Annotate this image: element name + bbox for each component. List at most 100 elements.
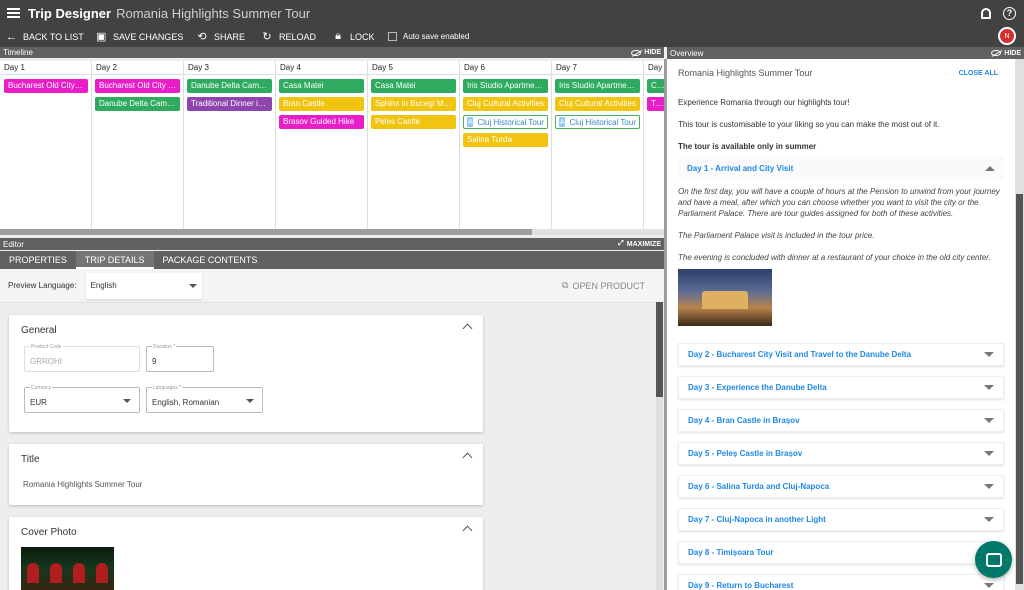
title-card-heading: Title <box>21 454 40 465</box>
timeline-event[interactable]: Bran Castle <box>279 97 364 111</box>
day-title: Day 7 - Cluj-Napoca in another Light <box>688 515 826 524</box>
timeline-event-outlined[interactable]: A Cluj Historical Tour <box>555 115 640 129</box>
save-icon: ▣ <box>96 31 107 43</box>
day-accordion[interactable]: Day 2 - Bucharest City Visit and Travel … <box>678 343 1004 366</box>
day-title: Day 4 - Bran Castle in Brașov <box>688 416 800 425</box>
avatar[interactable]: N <box>998 27 1016 45</box>
overview-header-title: Overview <box>670 48 704 58</box>
lock-button[interactable]: 🔒︎ LOCK <box>333 30 375 43</box>
chevron-down-icon <box>984 385 994 390</box>
day-accordion[interactable]: Day 8 - Timișoara Tour <box>678 541 1004 564</box>
timeline-event[interactable]: Iris Studio Apartments <box>463 79 548 93</box>
preview-language-value: English <box>90 281 117 290</box>
day-accordion[interactable]: Day 4 - Bran Castle in Brașov <box>678 409 1004 432</box>
save-changes-button[interactable]: ▣ SAVE CHANGES <box>96 30 183 43</box>
reload-icon: ↻ <box>262 31 272 43</box>
day-title: Day 1 - Arrival and City Visit <box>687 164 794 173</box>
duration-field[interactable]: Duration * 9 <box>146 344 214 372</box>
day-label: Day 3 <box>184 61 275 75</box>
toolbar: ← BACK TO LIST ▣ SAVE CHANGES ⟲ SHARE ↻ … <box>0 26 1024 47</box>
day-accordion[interactable]: Day 5 - Peleș Castle in Brașov <box>678 442 1004 465</box>
timeline-event-outlined[interactable]: A Cluj Historical Tour <box>463 115 548 129</box>
timeline-event[interactable]: Iris Studio Apartments <box>555 79 640 93</box>
timeline-event[interactable]: Timi <box>647 97 665 111</box>
cover-figure <box>96 563 109 583</box>
cover-figure <box>49 563 62 583</box>
day-label: Day 4 <box>276 61 367 75</box>
preview-language-select[interactable]: English <box>85 272 202 299</box>
open-product-button[interactable]: ⧉ OPEN PRODUCT <box>562 280 645 291</box>
tab-trip-details[interactable]: TRIP DETAILS <box>75 251 154 269</box>
editor-scrollbar[interactable] <box>656 302 663 590</box>
chevron-up-icon[interactable] <box>462 525 473 536</box>
eye-off-icon <box>631 49 642 56</box>
day-accordion[interactable]: Day 9 - Return to Bucharest <box>678 574 1004 590</box>
timeline-event[interactable]: Casa Matei <box>279 79 364 93</box>
product-code-label: Product Code <box>30 344 63 350</box>
autosave-toggle[interactable]: Auto save enabled <box>388 32 469 41</box>
timeline-event[interactable]: Traditional Dinner in ... <box>187 97 272 111</box>
timeline-event[interactable]: Cluj Cultural Activities <box>555 97 640 111</box>
tab-properties[interactable]: PROPERTIES <box>0 251 76 269</box>
chevron-down-icon <box>246 399 254 403</box>
timeline-event[interactable]: Casa Matei <box>371 79 456 93</box>
maximize-button[interactable]: ⤢ MAXIMIZE <box>618 240 661 248</box>
lock-label: LOCK <box>350 31 375 42</box>
editor-scrollbar-thumb[interactable] <box>656 302 663 397</box>
day-accordion-expanded[interactable]: Day 1 - Arrival and City Visit <box>678 157 1004 180</box>
timeline-event[interactable]: Bucharest Old City Ce... <box>95 79 180 93</box>
chevron-down-icon <box>984 517 994 522</box>
chat-icon <box>985 552 1002 567</box>
timeline-event[interactable]: Sphinx in Bucegi Mo... <box>371 97 456 111</box>
timeline-event[interactable]: Salina Turda <box>463 133 548 147</box>
timeline-scrollbar[interactable] <box>0 229 665 235</box>
tab-package-contents[interactable]: PACKAGE CONTENTS <box>154 251 267 269</box>
help-icon[interactable]: ? <box>1003 6 1016 20</box>
timeline-event[interactable]: Brasov Guided Hike <box>279 115 364 129</box>
share-button[interactable]: ⟲ SHARE <box>197 30 245 43</box>
product-code-field: Product Code GRROHI <box>24 344 140 372</box>
reload-button[interactable]: ↻ RELOAD <box>262 30 316 43</box>
general-title: General <box>21 325 57 336</box>
alternative-badge: A <box>467 117 474 127</box>
day-accordion[interactable]: Day 6 - Salina Turda and Cluj-Napoca <box>678 475 1004 498</box>
autosave-checkbox[interactable] <box>388 32 397 41</box>
timeline-event[interactable]: Danube Delta Camping <box>187 79 272 93</box>
preview-language-row: Preview Language: English ⧉ OPEN PRODUCT <box>0 269 665 303</box>
day-accordion[interactable]: Day 7 - Cluj-Napoca in another Light <box>678 508 1004 531</box>
open-product-label: OPEN PRODUCT <box>572 280 645 291</box>
lock-icon: 🔒︎ <box>335 30 341 42</box>
day-description: The evening is concluded with dinner at … <box>678 253 991 262</box>
chevron-up-icon[interactable] <box>462 452 473 463</box>
editor-title: Editor <box>3 239 24 249</box>
overview-scrollbar-thumb[interactable] <box>1016 194 1023 584</box>
cover-figure <box>73 563 86 583</box>
cover-photo-image[interactable] <box>21 547 114 590</box>
timeline-scrollbar-thumb[interactable] <box>0 229 532 235</box>
timeline-event[interactable]: Peles Castle <box>371 115 456 129</box>
close-all-button[interactable]: CLOSE ALL <box>959 70 998 77</box>
timeline-event[interactable]: Cluj Cultural Activities <box>463 97 548 111</box>
menu-icon[interactable] <box>7 8 20 18</box>
chat-button[interactable] <box>975 541 1012 578</box>
overview-hide-button[interactable]: HIDE <box>991 50 1021 57</box>
overview-scrollbar[interactable] <box>1015 59 1024 590</box>
chevron-down-icon <box>123 399 131 403</box>
editor-header: Editor ⤢ MAXIMIZE <box>0 238 664 250</box>
bell-icon[interactable] <box>981 7 991 19</box>
alternative-badge: A <box>559 117 566 127</box>
reload-label: RELOAD <box>279 31 317 42</box>
back-to-list-button[interactable]: ← BACK TO LIST <box>6 31 84 43</box>
app-title: Trip Designer <box>28 5 112 21</box>
currency-select[interactable]: Currency EUR <box>24 385 140 413</box>
general-card: General Product Code GRROHI Duration * 9… <box>9 315 483 432</box>
day-accordion[interactable]: Day 3 - Experience the Danube Delta <box>678 376 1004 399</box>
overview-title: Romania Highlights Summer Tour <box>678 68 813 78</box>
languages-select[interactable]: Languages * English, Romanian <box>146 385 263 413</box>
timeline-event[interactable]: Danube Delta Camping <box>95 97 180 111</box>
timeline-event[interactable]: Bucharest Old City Ce... <box>4 79 88 93</box>
timeline-hide-button[interactable]: HIDE <box>631 49 661 56</box>
chevron-up-icon[interactable] <box>462 323 473 334</box>
trip-title-value[interactable]: Romania Highlights Summer Tour <box>23 480 142 489</box>
timeline-event[interactable]: Ca <box>647 79 665 93</box>
